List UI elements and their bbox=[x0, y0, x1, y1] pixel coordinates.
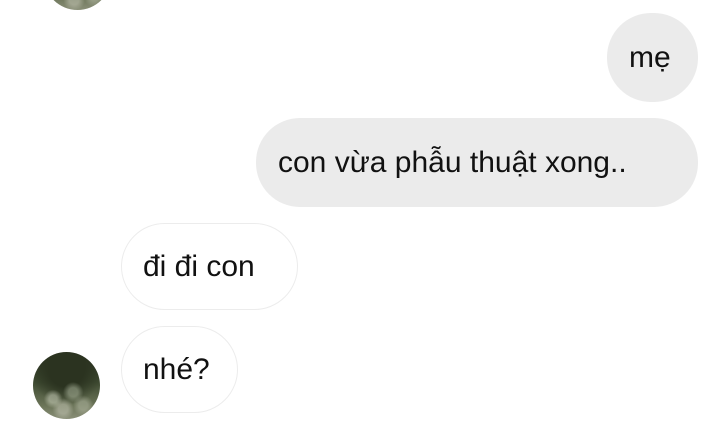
incoming-message-bubble[interactable]: nhé? bbox=[121, 326, 238, 413]
incoming-message-bubble[interactable]: đi đi con bbox=[121, 223, 298, 310]
outgoing-message-bubble[interactable]: con vừa phẫu thuật xong.. bbox=[256, 118, 698, 207]
message-text: mẹ bbox=[629, 40, 671, 74]
chat-thread: mẹ con vừa phẫu thuật xong.. đi đi con n… bbox=[0, 0, 720, 442]
message-text: đi đi con bbox=[143, 249, 255, 283]
message-text: con vừa phẫu thuật xong.. bbox=[278, 145, 627, 179]
message-text: nhé? bbox=[143, 352, 210, 386]
contact-avatar[interactable] bbox=[44, 0, 111, 10]
contact-avatar[interactable] bbox=[33, 352, 100, 419]
outgoing-message-bubble[interactable]: mẹ bbox=[607, 13, 698, 102]
